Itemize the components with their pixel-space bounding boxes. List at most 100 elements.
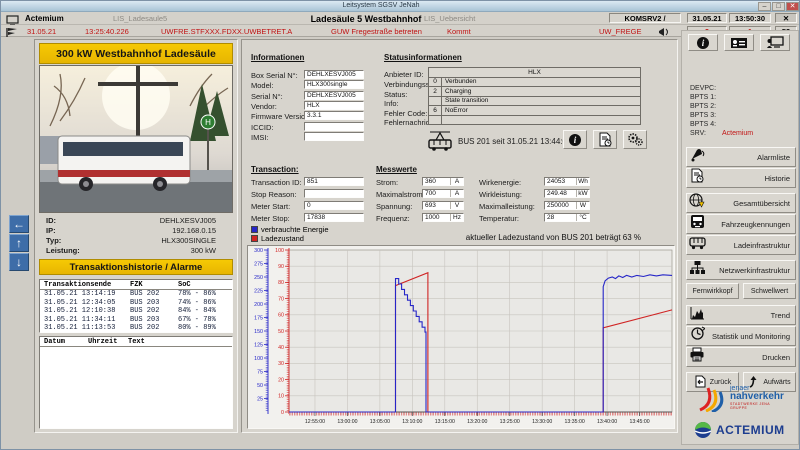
- maximalleistung-field: 250000W: [544, 201, 590, 210]
- svg-text:50: 50: [257, 383, 263, 389]
- trend-chart: 2550751001251501752002252502753000102030…: [247, 245, 675, 429]
- alarm-state: Kommt: [447, 27, 471, 36]
- iccid-field[interactable]: [304, 122, 364, 131]
- maximalstrom-field: 700A: [422, 189, 464, 198]
- header-close-button[interactable]: ✕: [775, 13, 797, 23]
- sidebar-button-drucken[interactable]: Drucken: [686, 347, 796, 367]
- nav-arrow-down-button[interactable]: ↓: [9, 253, 29, 271]
- field-label: Maximalstrom:: [376, 190, 425, 199]
- svg-text:13:20:00: 13:20:00: [467, 419, 487, 425]
- alarm-address: UWFRE.STFXXX.FDXX.UWBETRET.A: [161, 27, 292, 36]
- svg-text:10: 10: [278, 394, 284, 400]
- station-ip-value: 192.168.0.15: [111, 226, 216, 235]
- nav-arrow-up-button[interactable]: ↑: [9, 234, 29, 252]
- device-label: BPTS 2:: [690, 103, 716, 110]
- device-label: BPTS 1:: [690, 94, 716, 101]
- sidebar-button-fahrzeugkennungen[interactable]: Fahrzeugkennungen: [686, 214, 796, 234]
- status-text: Charging: [442, 87, 641, 97]
- info-icon: i: [697, 37, 709, 49]
- nav-tab-uebersicht[interactable]: LIS_Uebersicht: [424, 14, 475, 23]
- sidebar-operator-button[interactable]: [724, 34, 754, 51]
- svg-text:70: 70: [278, 296, 284, 302]
- sidebar-workstation-button[interactable]: [760, 34, 790, 51]
- device-label: DEVPC:: [690, 85, 716, 92]
- alarm-date: 31.05.21: [27, 27, 56, 36]
- meter-stop-field[interactable]: [304, 213, 364, 222]
- session-info-button[interactable]: i: [563, 130, 587, 149]
- window-maximize-button[interactable]: □: [772, 2, 785, 11]
- header-bar: Actemium LIS_Ladesaule5 Ladesäule 5 West…: [1, 12, 800, 25]
- sidebar-button-trend[interactable]: Trend: [686, 305, 796, 325]
- svg-text:13:10:00: 13:10:00: [402, 419, 422, 425]
- svg-text:25: 25: [257, 396, 263, 402]
- informationen-title: Informationen: [251, 53, 304, 62]
- table-row[interactable]: 31.05.21 13:14:19BUS 20278% - 86%: [40, 290, 232, 299]
- vendor-field[interactable]: [304, 101, 364, 110]
- history-banner: Transaktionshistorie / Alarme: [39, 259, 233, 275]
- bus-pantograph-icon: [426, 129, 454, 156]
- sidebar-button-netzwerkinfrastruktur[interactable]: Netzwerkinfrastruktur: [686, 260, 796, 280]
- stop-reason-field[interactable]: [304, 189, 364, 198]
- sidebar: i DEVPC: BPTS 1: BPTS 2: BPTS 3: BPTS 4:…: [681, 30, 799, 445]
- model-field[interactable]: [304, 80, 364, 89]
- svg-text:13:25:00: 13:25:00: [500, 419, 520, 425]
- table-row[interactable]: 31.05.21 11:34:11BUS 20367% - 78%: [40, 316, 232, 325]
- statusinformationen-title: Statusinformationen: [384, 53, 462, 62]
- transaction-id-field[interactable]: [304, 177, 364, 186]
- session-settings-button[interactable]: [623, 130, 647, 149]
- messwerte-title: Messwerte: [376, 165, 417, 174]
- svg-text:75: 75: [257, 369, 263, 375]
- table-row[interactable]: 31.05.21 12:10:38BUS 20284% - 84%: [40, 307, 232, 316]
- sidebar-button-historie[interactable]: Historie: [686, 168, 796, 188]
- spannung-field: 693V: [422, 201, 464, 210]
- status-text: [442, 115, 641, 125]
- imsi-field[interactable]: [304, 132, 364, 141]
- svg-text:250: 250: [254, 275, 263, 281]
- svg-text:13:00:00: 13:00:00: [337, 419, 357, 425]
- svg-text:30: 30: [278, 361, 284, 367]
- trend-chart-icon: [687, 306, 707, 325]
- wirkleistung-field: 249.48kW: [544, 189, 590, 198]
- monitoring-clock-icon: [687, 326, 707, 346]
- header-time: 13:50:30: [729, 13, 771, 23]
- sidebar-button-alarmliste[interactable]: Alarmliste: [686, 147, 796, 167]
- provider-value: HLX: [429, 68, 641, 78]
- station-photo: H: [39, 65, 233, 213]
- box-serial-field[interactable]: [304, 70, 364, 79]
- field-label: Box Serial N°:: [251, 71, 298, 80]
- sidebar-info-button[interactable]: i: [688, 34, 718, 51]
- bus-outline-icon: [687, 236, 707, 255]
- svg-text:60: 60: [278, 313, 284, 319]
- station-leistung-value: 300 kW: [111, 246, 216, 255]
- firmware-field[interactable]: [304, 111, 364, 120]
- serial-field[interactable]: [304, 91, 364, 100]
- meter-start-field[interactable]: [304, 201, 364, 210]
- id-card-icon: [730, 37, 748, 49]
- field-label: Vendor:: [251, 102, 277, 111]
- svg-text:H: H: [205, 118, 211, 127]
- alarm-source: UW_FREGE: [599, 27, 642, 36]
- svg-text:125: 125: [254, 342, 263, 348]
- sidebar-button-gesamtuebersicht[interactable]: Gesamtübersicht: [686, 193, 796, 213]
- temperatur-field: 28°C: [544, 213, 590, 222]
- alarm-time: 13:25:40.226: [85, 27, 129, 36]
- alarm-bell-icon: [687, 147, 707, 167]
- nav-tab-ladesaule5[interactable]: LIS_Ladesaule5: [113, 14, 167, 23]
- window-minimize-button[interactable]: –: [758, 2, 771, 11]
- field-label: Anbieter ID:: [384, 70, 424, 79]
- workstation-icon: [766, 36, 784, 50]
- table-row[interactable]: 31.05.21 12:34:05BUS 20374% - 86%: [40, 299, 232, 308]
- station-ip-label: IP:: [46, 226, 56, 235]
- table-row[interactable]: 31.05.21 11:13:53BUS 20280% - 89%: [40, 324, 232, 333]
- window-close-button[interactable]: ✕: [786, 2, 799, 11]
- svg-text:50: 50: [278, 329, 284, 335]
- nav-arrow-left-button[interactable]: ←: [9, 215, 29, 233]
- sidebar-button-schwellwert[interactable]: Schwellwert: [743, 283, 796, 299]
- sidebar-button-ladeinfrastruktur[interactable]: Ladeinfrastruktur: [686, 235, 796, 255]
- svg-text:275: 275: [254, 261, 263, 267]
- field-label: Info:: [384, 99, 399, 108]
- current-soc-text: aktueller Ladezustand von BUS 201 beträg…: [381, 233, 641, 242]
- sidebar-button-statistik[interactable]: Statistik und Monitoring: [686, 326, 796, 346]
- session-log-button[interactable]: [593, 130, 617, 149]
- sidebar-button-fernwirkkopf[interactable]: Fernwirkkopf: [686, 283, 739, 299]
